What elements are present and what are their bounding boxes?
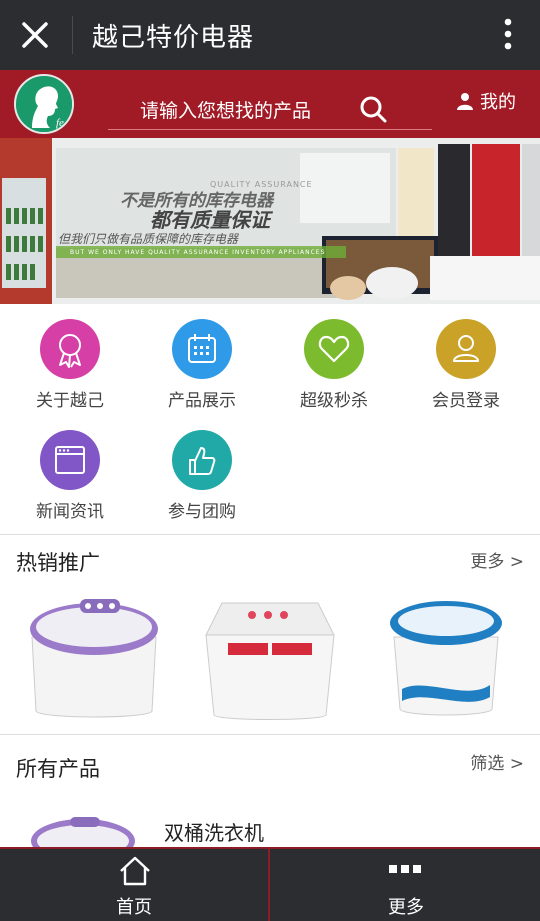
promo-banner[interactable]: QUALITY ASSURANCE 不是所有的库存电器 都有质量保证 但我们只做… xyxy=(0,138,540,304)
menu-about[interactable]: 关于越己 xyxy=(4,304,136,414)
product-thumb-3[interactable] xyxy=(386,597,506,721)
product-thumb-1[interactable] xyxy=(24,593,164,723)
product-thumb-2[interactable] xyxy=(200,595,340,725)
my-account-link[interactable]: 我的 xyxy=(456,88,516,114)
group-buy-circle xyxy=(172,430,232,490)
filter-link[interactable]: 筛选 > xyxy=(470,749,524,774)
menu-group-buy-label: 参与团购 xyxy=(168,502,236,522)
hot-promo-title: 热销推广 xyxy=(16,551,100,575)
about-circle xyxy=(40,319,100,379)
search-icon[interactable] xyxy=(358,94,388,124)
divider xyxy=(72,16,73,54)
nav-home-label: 首页 xyxy=(116,897,152,918)
nav-more-label: 更多 xyxy=(388,897,424,918)
icon-menu-grid: 关于越己 产品展示 超级秒杀 会员登录 新闻资讯 参与团购 xyxy=(0,304,540,534)
menu-news[interactable]: 新闻资讯 xyxy=(4,415,136,525)
more-vertical-icon[interactable] xyxy=(504,18,512,50)
all-products-section: 所有产品 筛选 > 双桶洗衣机 xyxy=(0,734,540,849)
close-icon[interactable] xyxy=(18,18,52,52)
member-login-circle xyxy=(436,319,496,379)
my-account-label: 我的 xyxy=(480,92,516,113)
menu-member-login-label: 会员登录 xyxy=(432,391,500,411)
search-input[interactable]: 请输入您想找的产品 xyxy=(140,96,311,123)
all-products-title: 所有产品 xyxy=(16,757,100,781)
menu-flash-sale[interactable]: 超级秒杀 xyxy=(268,304,400,414)
user-icon xyxy=(457,93,473,110)
flash-sale-circle xyxy=(304,319,364,379)
product-item-name[interactable]: 双桶洗衣机 xyxy=(164,817,264,846)
nav-more[interactable]: 更多 xyxy=(272,849,540,921)
calendar-icon xyxy=(188,334,216,363)
banner-image xyxy=(0,138,540,304)
title-bar: 越己特价电器 xyxy=(0,0,540,70)
menu-flash-sale-label: 超级秒杀 xyxy=(300,391,368,411)
logo-silhouette-icon: fe xyxy=(16,76,72,132)
thumbs-up-icon xyxy=(189,447,216,475)
award-ribbon-icon xyxy=(59,334,81,368)
menu-group-buy[interactable]: 参与团购 xyxy=(136,415,268,525)
home-icon xyxy=(120,856,150,886)
menu-products[interactable]: 产品展示 xyxy=(136,304,268,414)
menu-products-label: 产品展示 xyxy=(168,391,236,411)
logo[interactable]: fe xyxy=(14,74,74,134)
news-circle xyxy=(40,430,100,490)
browser-window-icon xyxy=(55,446,85,474)
menu-member-login[interactable]: 会员登录 xyxy=(400,304,532,414)
page-title: 越己特价电器 xyxy=(92,23,255,53)
banner-headline-2: 都有质量保证 xyxy=(150,208,270,232)
search-box[interactable]: 请输入您想找的产品 xyxy=(108,78,432,130)
nav-home[interactable]: 首页 xyxy=(0,849,270,921)
hot-promo-section: 热销推广 更多 > xyxy=(0,534,540,734)
banner-subtitle: 但我们只做有品质保障的库存电器 xyxy=(58,232,239,246)
site-header: fe 请输入您想找的产品 我的 xyxy=(0,70,540,138)
user-icon xyxy=(453,335,479,362)
products-circle xyxy=(172,319,232,379)
menu-news-label: 新闻资讯 xyxy=(36,502,104,522)
more-dots-icon xyxy=(389,865,421,873)
svg-text:fe: fe xyxy=(56,117,64,129)
product-item-thumb[interactable] xyxy=(28,813,138,849)
hot-more-link[interactable]: 更多 > xyxy=(470,547,524,572)
banner-subtitle-en: BUT WE ONLY HAVE QUALITY ASSURANCE INVEN… xyxy=(70,249,326,256)
menu-about-label: 关于越己 xyxy=(36,391,104,411)
heart-icon xyxy=(318,335,350,363)
bottom-nav: 首页 更多 xyxy=(0,847,540,921)
